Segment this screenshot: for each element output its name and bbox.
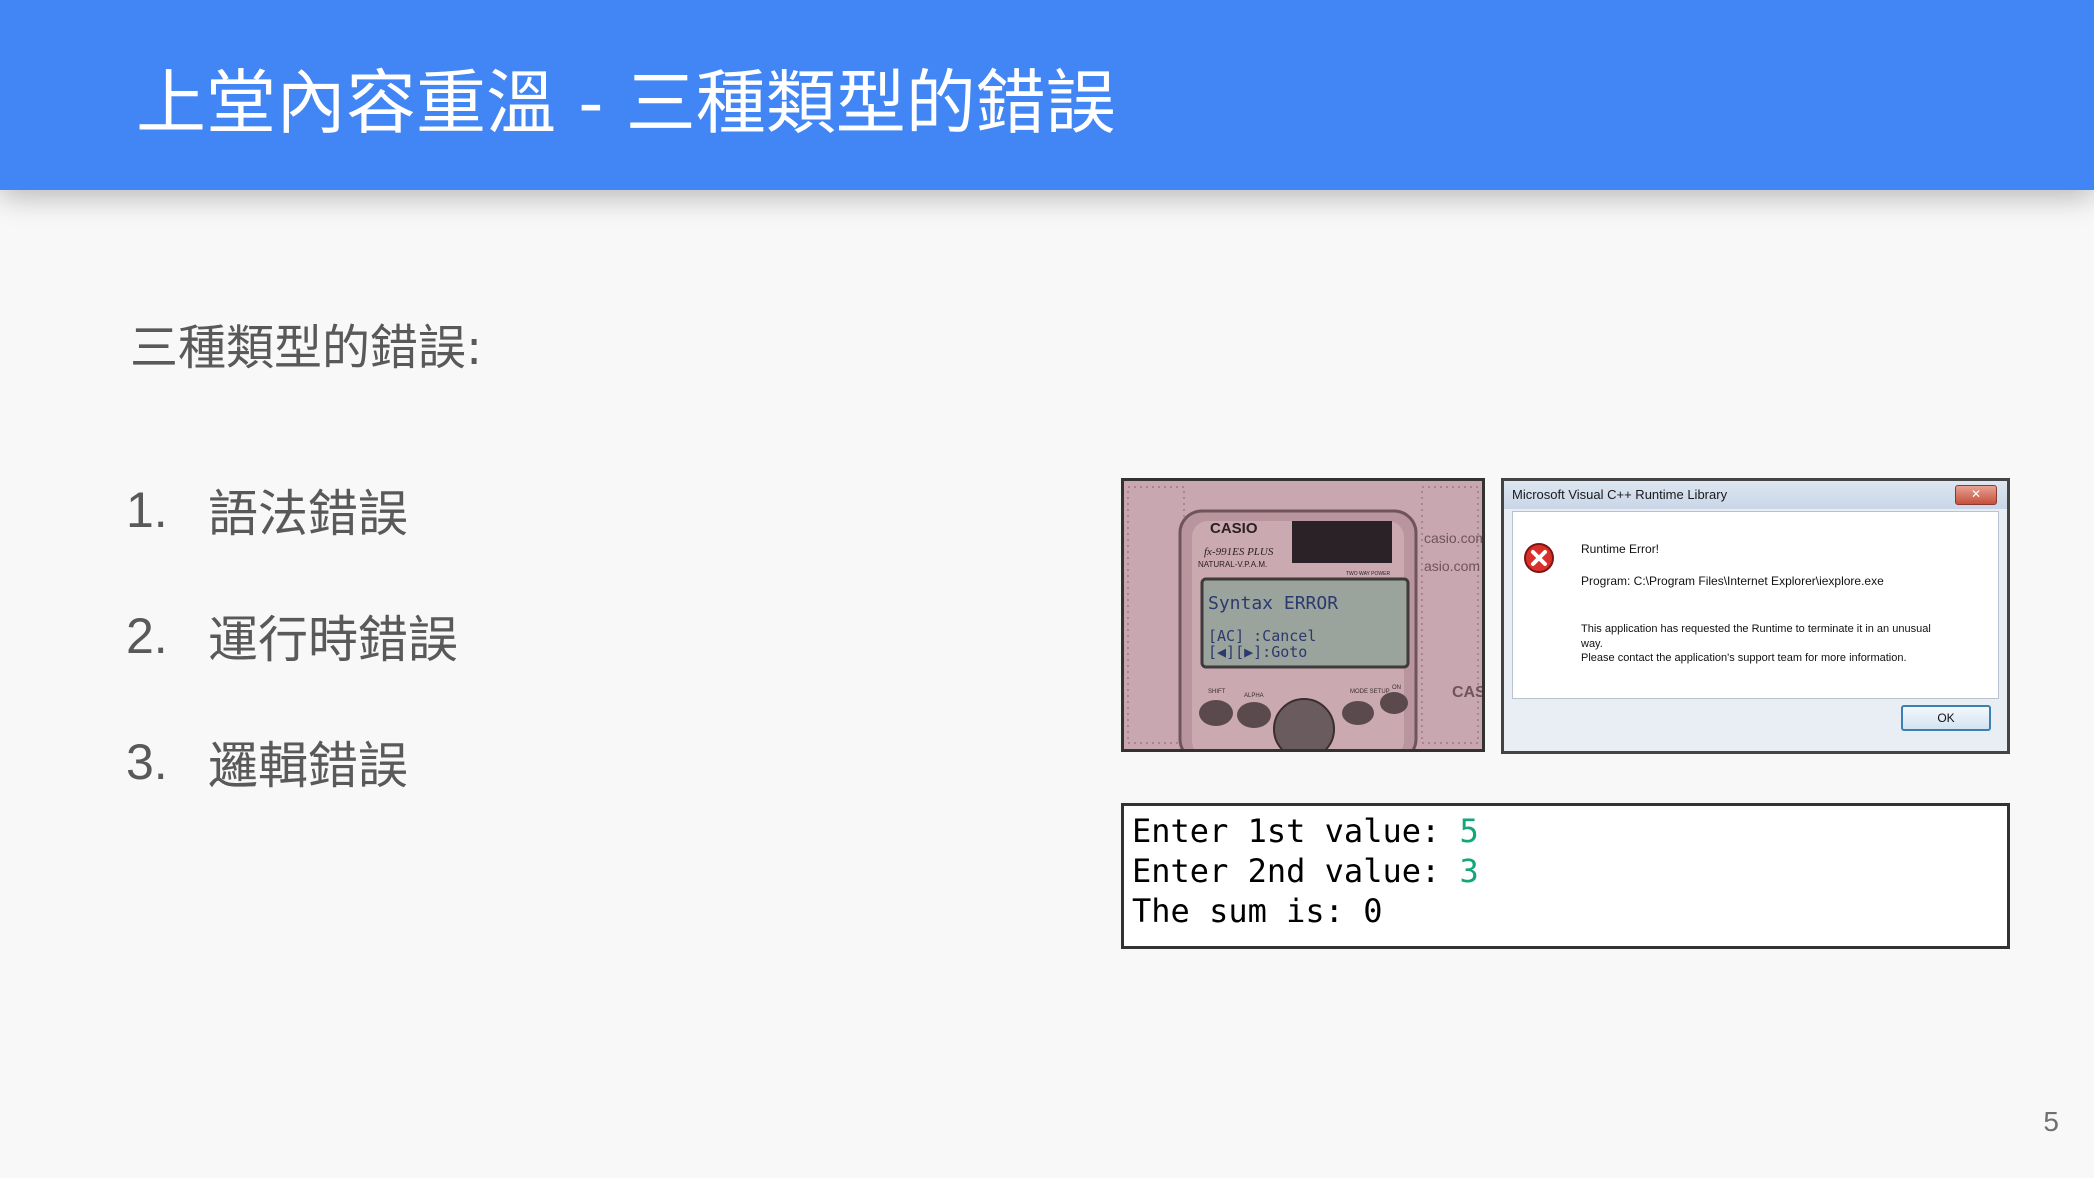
- dialog-heading: Runtime Error!: [1581, 542, 1660, 556]
- dialog-body: Runtime Error! Program: C:\Program Files…: [1512, 511, 1999, 699]
- calculator-photo: CASIO fx-991ES PLUS NATURAL-V.P.A.M. TWO…: [1121, 478, 1485, 752]
- calc-brand: CASIO: [1210, 520, 1258, 537]
- calc-model: fx-991ES PLUS: [1204, 546, 1274, 558]
- list-number: 2.: [126, 608, 168, 664]
- error-icon: [1524, 543, 1554, 573]
- console-input-value: 3: [1459, 852, 1479, 890]
- key-mode-label: MODE SETUP: [1350, 689, 1390, 695]
- error-type-list: 1. 語法錯誤 2. 運行時錯誤 3. 邏輯錯誤: [126, 478, 458, 856]
- dialog-program: Program: C:\Program Files\Internet Explo…: [1581, 574, 1884, 588]
- close-button[interactable]: ✕: [1955, 485, 1997, 505]
- key-on: [1380, 692, 1408, 714]
- list-label: 邏輯錯誤: [208, 737, 408, 795]
- runtime-error-dialog: Microsoft Visual C++ Runtime Library ✕ R…: [1501, 478, 2010, 754]
- calc-power: TWO WAY POWER: [1346, 571, 1390, 577]
- key-alpha-label: ALPHA: [1244, 693, 1264, 699]
- console-output: Enter 1st value: 5 Enter 2nd value: 3 Th…: [1121, 803, 2010, 949]
- calc-subtitle: NATURAL-V.P.A.M.: [1198, 560, 1267, 569]
- console-result-value: 0: [1363, 892, 1383, 930]
- console-line: Enter 2nd value: 3: [1132, 851, 1999, 891]
- key-shift-label: SHIFT: [1208, 689, 1226, 695]
- list-item: 3. 邏輯錯誤: [126, 730, 458, 795]
- dialog-message: This application has requested the Runti…: [1581, 623, 1931, 650]
- key-shift: [1199, 700, 1233, 726]
- console-line: The sum is: 0: [1132, 891, 1999, 931]
- list-number: 3.: [126, 734, 168, 790]
- box-text: asio.com: [1424, 558, 1480, 574]
- calc-screen-line1: Syntax ERROR: [1208, 593, 1338, 614]
- box-text: casio.com: [1424, 530, 1482, 546]
- box-text: CAS: [1452, 684, 1482, 701]
- key-mode: [1342, 701, 1374, 725]
- dialog-title: Microsoft Visual C++ Runtime Library: [1512, 487, 1728, 502]
- header-bar: 上堂內容重溫 - 三種類型的錯誤: [0, 0, 2094, 190]
- key-on-label: ON: [1392, 685, 1401, 691]
- dialog-titlebar: Microsoft Visual C++ Runtime Library: [1504, 481, 2007, 509]
- console-input-value: 5: [1459, 812, 1479, 850]
- list-label: 語法錯誤: [208, 485, 408, 543]
- ok-button[interactable]: OK: [1901, 705, 1991, 731]
- calculator-illustration: CASIO fx-991ES PLUS NATURAL-V.P.A.M. TWO…: [1124, 481, 1482, 749]
- list-number: 1.: [126, 482, 168, 538]
- list-label: 運行時錯誤: [208, 611, 458, 669]
- calc-dpad: [1273, 698, 1335, 749]
- console-prompt: Enter 2nd value:: [1132, 852, 1460, 890]
- page-number: 5: [2043, 1106, 2059, 1137]
- list-item: 1. 語法錯誤: [126, 478, 458, 543]
- console-prompt: The sum is:: [1132, 892, 1364, 930]
- console-line: Enter 1st value: 5: [1132, 811, 1999, 851]
- calc-screen-line3: [◀][▶]:Goto: [1208, 643, 1307, 661]
- dialog-message-contact: Please contact the application's support…: [1581, 652, 1907, 664]
- list-item: 2. 運行時錯誤: [126, 604, 458, 669]
- key-alpha: [1237, 702, 1271, 728]
- slide-title: 上堂內容重溫 - 三種類型的錯誤: [136, 62, 1116, 144]
- console-prompt: Enter 1st value:: [1132, 812, 1460, 850]
- section-heading: 三種類型的錯誤:: [130, 320, 483, 376]
